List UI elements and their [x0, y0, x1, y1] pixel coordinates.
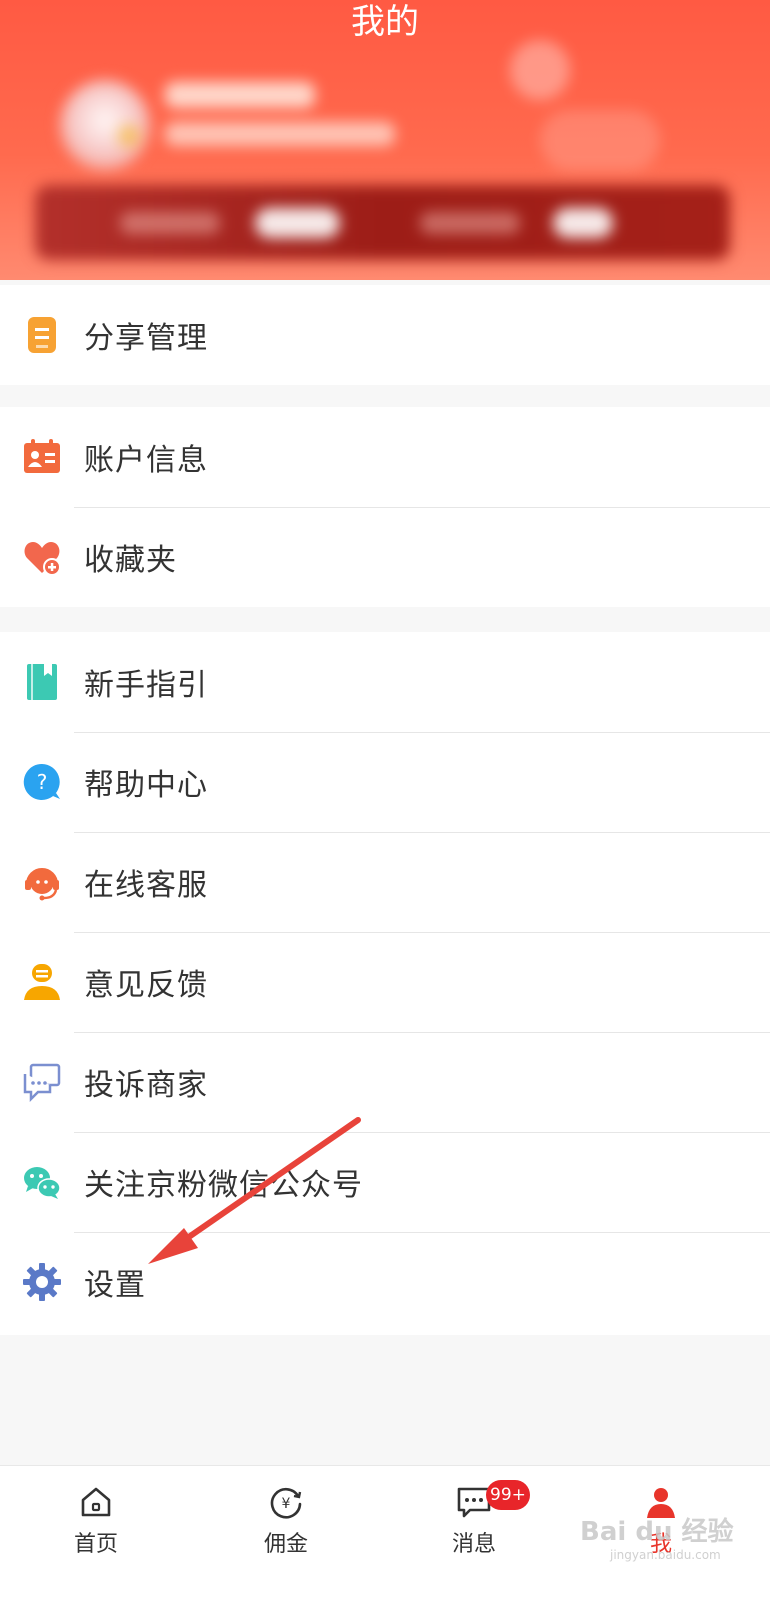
menu-item-label: 收藏夹 [84, 543, 177, 578]
nav-label: 消息 [451, 1532, 496, 1557]
wechat-icon [24, 1167, 61, 1199]
yen-coin-icon: ¥ [270, 1487, 302, 1519]
help-question-icon: ? [23, 763, 61, 800]
stats-bar [35, 185, 730, 260]
annotation-arrow-icon [148, 1117, 361, 1264]
username-blurred [165, 82, 315, 108]
watermark: Bai du 经验 [580, 1517, 734, 1547]
gear-icon [23, 1263, 61, 1301]
menu-item-settings[interactable]: 设置 [0, 1232, 770, 1332]
page-title: 我的 [351, 2, 419, 42]
home-icon [81, 1487, 111, 1517]
menu-item-online-service[interactable]: 在线客服 [0, 832, 770, 932]
nav-label: 佣金 [263, 1532, 308, 1557]
menu-item-complaint[interactable]: 投诉商家 [0, 1032, 770, 1132]
menu-group-help: 新手指引 ? 帮助中心 在线客服 意见反馈 投诉商家 关注京粉微信公众号 设置 [0, 632, 770, 1335]
nav-label: 首页 [73, 1532, 118, 1557]
menu-item-label: 分享管理 [84, 321, 208, 356]
menu-item-label: 帮助中心 [84, 768, 208, 803]
guide-book-icon [27, 664, 57, 700]
avatar[interactable] [60, 80, 150, 170]
menu-item-label: 账户信息 [84, 443, 208, 478]
feedback-user-icon [24, 964, 60, 1000]
nav-item-commission[interactable]: ¥ 佣金 [190, 1466, 382, 1601]
bottom-nav: 首页 ¥ 佣金 99+ 消息 我 Bai du 经验 jingyan.baidu… [0, 1465, 770, 1601]
decor-bubble [540, 110, 660, 170]
account-card-icon [24, 439, 60, 473]
svg-text:?: ? [37, 770, 48, 794]
nav-item-messages[interactable]: 99+ 消息 [378, 1466, 570, 1601]
stat-label-blurred [120, 212, 220, 234]
menu-item-feedback[interactable]: 意见反馈 [0, 932, 770, 1032]
menu-item-guide[interactable]: 新手指引 [0, 632, 770, 732]
unread-badge: 99+ [486, 1480, 530, 1510]
menu-item-favorites[interactable]: 收藏夹 [0, 507, 770, 607]
stat-button[interactable] [255, 208, 340, 238]
profile-header: 我的 [0, 0, 770, 280]
menu-item-label: 设置 [84, 1268, 146, 1303]
stat-label-blurred [420, 212, 520, 234]
menu-item-account-info[interactable]: 账户信息 [0, 407, 770, 507]
menu-group-share: 分享管理 [0, 285, 770, 385]
customer-service-icon [25, 868, 59, 901]
menu-item-label: 投诉商家 [84, 1068, 208, 1103]
stat-button[interactable] [553, 208, 613, 238]
menu-item-label: 意见反馈 [84, 968, 208, 1003]
user-info-blurred [165, 122, 395, 146]
avatar-badge [118, 125, 140, 147]
menu-item-help-center[interactable]: ? 帮助中心 [0, 732, 770, 832]
heart-plus-icon [24, 542, 61, 576]
decor-bubble [510, 40, 570, 100]
menu-item-label: 在线客服 [84, 868, 208, 903]
svg-text:¥: ¥ [282, 1496, 291, 1512]
nav-item-home[interactable]: 首页 [0, 1466, 192, 1601]
menu-item-wechat-follow[interactable]: 关注京粉微信公众号 [0, 1132, 770, 1232]
menu-group-account: 账户信息 收藏夹 [0, 407, 770, 607]
menu-item-share-manage[interactable]: 分享管理 [0, 285, 770, 385]
watermark-sub: jingyan.baidu.com [610, 1548, 721, 1562]
profile-card-blurred [0, 40, 770, 280]
menu-item-label: 新手指引 [84, 668, 208, 703]
complaint-chat-icon [23, 1063, 61, 1102]
share-manage-icon [28, 317, 56, 353]
